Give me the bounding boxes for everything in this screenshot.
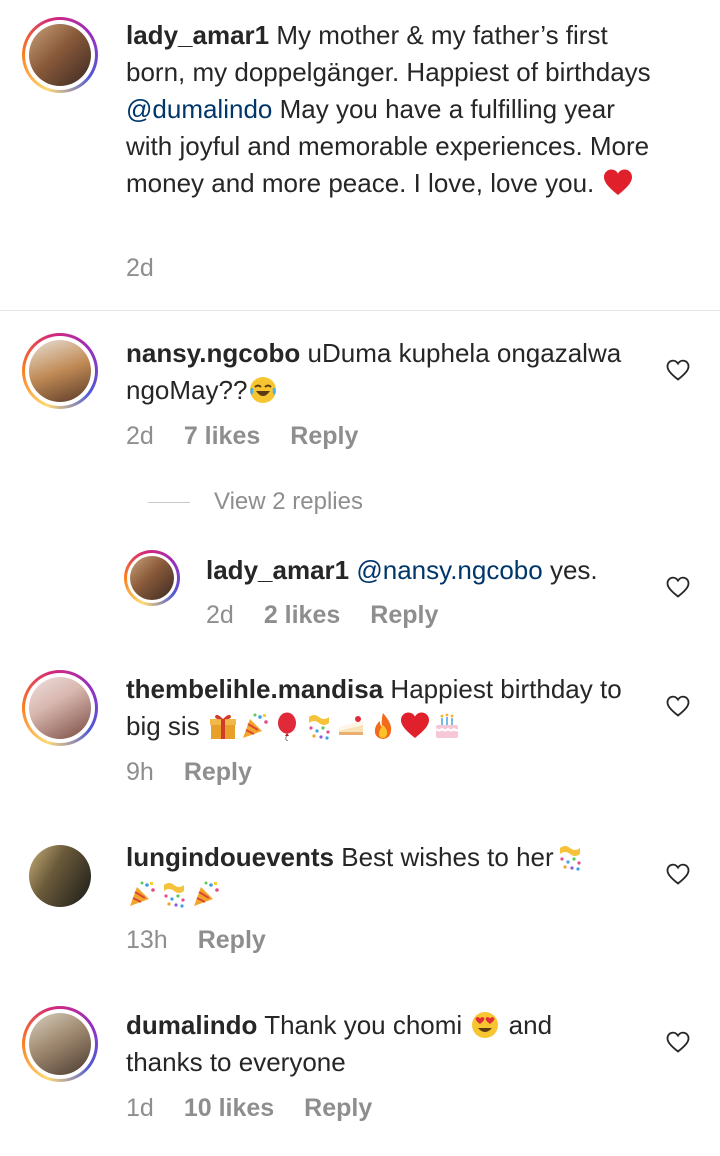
comment-meta: 2d 2 likes Reply <box>206 601 468 630</box>
laughing-tears-emoji-icon <box>250 377 277 403</box>
comment-time: 13h <box>126 926 168 954</box>
likes-count[interactable]: 10 likes <box>184 1094 274 1122</box>
fire-emoji-icon <box>374 713 392 739</box>
comment-time: 2d <box>206 601 234 629</box>
reply-button[interactable]: Reply <box>184 758 252 786</box>
reply-button[interactable]: Reply <box>198 926 266 954</box>
comment-time: 2d <box>126 422 154 450</box>
comment-meta: 1d 10 likes Reply <box>126 1094 402 1123</box>
comment-text: thembelihle.mandisa Happiest birthday to… <box>126 671 646 745</box>
comment-text: nansy.ngcobo uDuma kuphela ongazalwa ngo… <box>126 335 646 409</box>
heart-eyes-emoji-icon <box>472 1012 499 1038</box>
party-popper-emoji-icon <box>241 712 269 739</box>
party-popper-emoji-icon <box>193 880 220 907</box>
comment-text: lady_amar1 @nansy.ngcobo yes. <box>206 552 646 589</box>
avatar[interactable] <box>22 670 98 746</box>
comment-meta: 9h Reply <box>126 758 282 787</box>
confetti-ball-emoji-icon <box>559 846 581 871</box>
comment-time: 9h <box>126 758 154 786</box>
comment-username[interactable]: lady_amar1 <box>206 555 349 585</box>
avatar[interactable] <box>22 1006 98 1082</box>
comment-body: yes. <box>542 555 598 585</box>
gift-emoji-icon <box>209 714 236 739</box>
birthday-cake-emoji-icon <box>435 713 459 738</box>
likes-count[interactable]: 7 likes <box>184 422 260 450</box>
heart-outline-icon[interactable] <box>666 359 690 381</box>
heart-outline-icon[interactable] <box>666 576 690 598</box>
red-heart-emoji-icon <box>603 169 632 195</box>
comment-username[interactable]: dumalindo <box>126 1010 257 1040</box>
comment-username[interactable]: thembelihle.mandisa <box>126 674 383 704</box>
red-heart-emoji-icon <box>400 712 429 738</box>
mention-link[interactable]: @dumalindo <box>126 94 272 124</box>
avatar[interactable] <box>124 550 180 606</box>
likes-count[interactable]: 2 likes <box>264 601 340 629</box>
comment-meta: 2d 7 likes Reply <box>126 422 388 451</box>
comment-username[interactable]: lady_amar1 <box>126 20 269 50</box>
comment-text: lungindouevents Best wishes to her <box>126 839 586 913</box>
avatar[interactable] <box>22 17 98 93</box>
reply-button[interactable]: Reply <box>304 1094 372 1122</box>
view-replies-button[interactable]: View 2 replies <box>214 488 363 516</box>
heart-outline-icon[interactable] <box>666 863 690 885</box>
heart-outline-icon[interactable] <box>666 1031 690 1053</box>
view-replies-line <box>148 502 190 503</box>
comment-meta: 13h Reply <box>126 926 296 955</box>
comment-text: lady_amar1 My mother & my father’s first… <box>126 17 666 202</box>
avatar[interactable] <box>22 838 98 914</box>
divider <box>0 310 720 311</box>
comment-username[interactable]: lungindouevents <box>126 842 334 872</box>
comment-time: 1d <box>126 1094 154 1122</box>
confetti-ball-emoji-icon <box>308 715 330 740</box>
comment-username[interactable]: nansy.ngcobo <box>126 338 300 368</box>
reply-button[interactable]: Reply <box>370 601 438 629</box>
comment-body: Thank you chomi <box>264 1010 463 1040</box>
avatar[interactable] <box>22 333 98 409</box>
cake-slice-emoji-icon <box>338 716 363 735</box>
heart-outline-icon[interactable] <box>666 695 690 717</box>
party-popper-emoji-icon <box>129 880 156 907</box>
comment-time: 2d <box>126 254 154 282</box>
confetti-ball-emoji-icon <box>164 883 185 908</box>
comment-text: dumalindo Thank you chomi and thanks to … <box>126 1007 606 1081</box>
balloon-emoji-icon <box>277 712 296 741</box>
comment-body: Best wishes to her <box>341 842 554 872</box>
comment-meta: 2d <box>126 254 184 283</box>
reply-button[interactable]: Reply <box>290 422 358 450</box>
mention-link[interactable]: @nansy.ngcobo <box>356 555 542 585</box>
